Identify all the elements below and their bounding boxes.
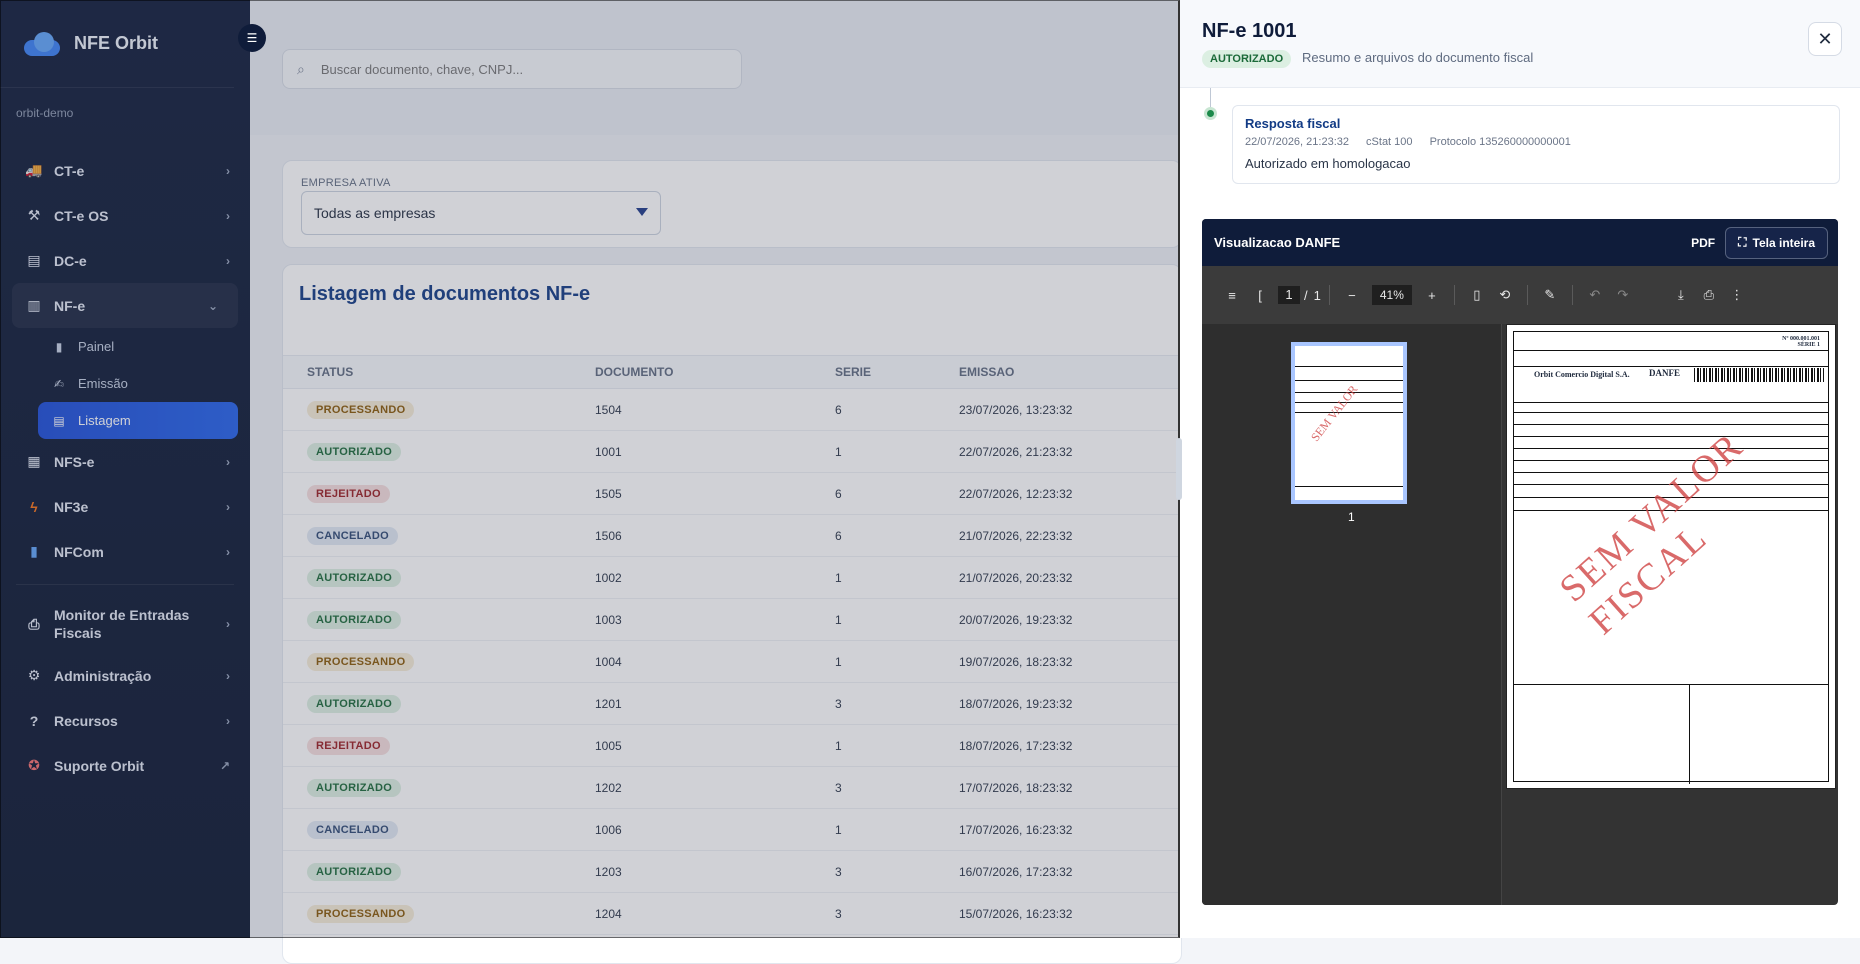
status-badge: AUTORIZADO (1202, 50, 1292, 68)
fullscreen-button[interactable]: ⛶ Tela inteira (1725, 226, 1828, 259)
thumbnail-panel: SEM VALOR 1 (1202, 324, 1502, 905)
divider (1328, 285, 1330, 305)
nf-number-box: Nº 000.001.001 SÉRIE 1 (1782, 336, 1820, 348)
divider (1571, 285, 1573, 305)
zoom-level[interactable]: 41% (1371, 285, 1412, 305)
viewer-header: Visualizacao DANFE PDF ⛶ Tela inteira (1202, 219, 1838, 266)
response-description: Autorizado em homologacao (1245, 156, 1411, 171)
undo-icon[interactable]: ↶ (1581, 287, 1609, 303)
thumbnail-page-number: 1 (1348, 510, 1355, 524)
viewer-title: Visualizacao DANFE (1214, 235, 1341, 250)
fullscreen-label: Tela inteira (1752, 235, 1815, 250)
drawer-subtitle: Resumo e arquivos do documento fiscal (1302, 50, 1534, 65)
page-total: 1 (1313, 287, 1321, 303)
more-icon[interactable]: ⋮ (1723, 287, 1751, 303)
divider (1526, 285, 1528, 305)
print-icon[interactable]: ⎙ (1695, 287, 1723, 303)
fiscal-response-card: Resposta fiscal 22/07/2026, 21:23:32 cSt… (1232, 105, 1840, 184)
document-drawer: NF-e 1001 AUTORIZADO Resumo e arquivos d… (1180, 0, 1860, 938)
redo-icon[interactable]: ↷ (1609, 287, 1637, 303)
fit-page-icon[interactable]: ▯ (1463, 287, 1491, 303)
zoom-out-icon[interactable]: − (1338, 288, 1366, 303)
expand-icon: ⛶ (1738, 235, 1747, 249)
danfe-document: Orbit Comercio Digital S.A. DANFE Nº 000… (1513, 331, 1829, 784)
close-button[interactable]: ✕ (1808, 22, 1842, 56)
timeline-dot-icon (1204, 107, 1217, 120)
watermark: SEM VALOR FISCAL (1551, 424, 1752, 643)
response-meta: 22/07/2026, 21:23:32 cStat 100 Protocolo… (1245, 136, 1585, 148)
pdf-page: Orbit Comercio Digital S.A. DANFE Nº 000… (1506, 324, 1836, 789)
page-separator: / (1304, 287, 1308, 303)
sidebar-toggle-icon[interactable]: ≡ (1218, 288, 1246, 303)
close-icon: ✕ (1817, 29, 1833, 49)
collapse-sidebar-button[interactable]: ☰ (238, 24, 266, 52)
pdf-toolbar: ≡ [ 1 / 1 − 41% + ▯ ⟲ ✎ ↶ ↷ ⤓ ⎙ ⋮ (1202, 266, 1838, 324)
drawer-title: NF-e 1001 (1202, 20, 1297, 42)
issuer-name: Orbit Comercio Digital S.A. (1534, 370, 1630, 379)
response-date: 22/07/2026, 21:23:32 (1245, 136, 1349, 148)
drawer-resize-handle[interactable] (1176, 438, 1182, 500)
danfe-viewer: Visualizacao DANFE PDF ⛶ Tela inteira ≡ [… (1202, 219, 1838, 905)
bracket-icon: [ (1258, 287, 1262, 303)
response-cstat: cStat 100 (1366, 136, 1413, 148)
download-icon[interactable]: ⤓ (1667, 287, 1695, 303)
pdf-label: PDF (1691, 235, 1716, 250)
response-protocol: Protocolo 135260000000001 (1429, 136, 1571, 148)
danfe-title: DANFE (1649, 368, 1680, 378)
drawer-header: NF-e 1001 AUTORIZADO Resumo e arquivos d… (1180, 0, 1860, 88)
barcode (1694, 368, 1824, 382)
nf-serie: SÉRIE 1 (1797, 342, 1820, 348)
overlay-border (0, 0, 1180, 938)
response-title: Resposta fiscal (1245, 116, 1341, 131)
zoom-in-icon[interactable]: + (1418, 288, 1446, 303)
page-thumbnail[interactable]: SEM VALOR (1291, 342, 1407, 504)
rotate-icon[interactable]: ⟲ (1491, 287, 1519, 303)
divider (1453, 285, 1455, 305)
page-number-input[interactable]: 1 (1278, 286, 1300, 304)
draw-icon[interactable]: ✎ (1536, 287, 1564, 303)
